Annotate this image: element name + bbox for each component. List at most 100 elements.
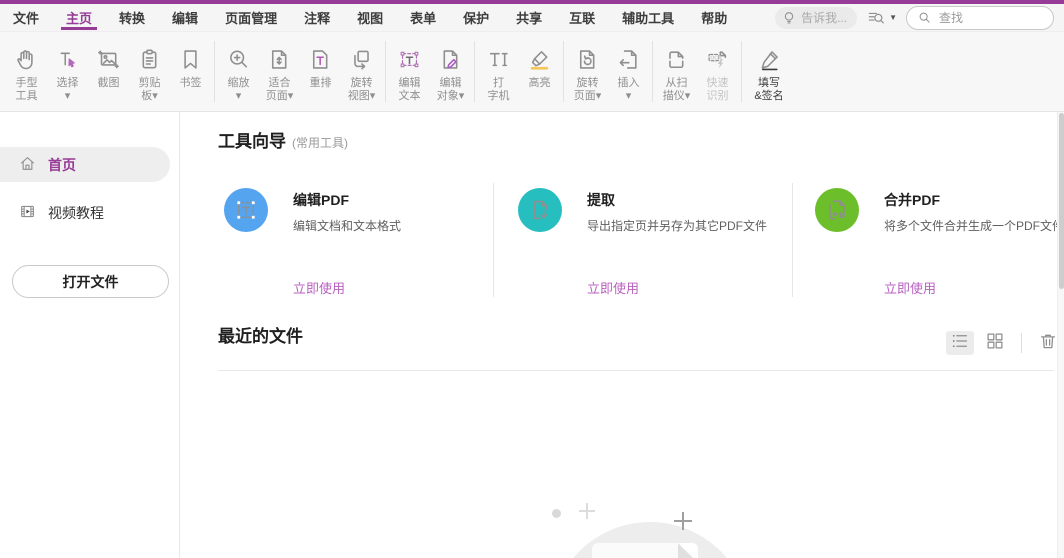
ribbon-group: 编辑 文本 编辑 对象▾ [389,32,471,111]
menu-tab-accessibility-tools[interactable]: 辅助工具 [622,4,674,31]
ribbon-group: 填写 &签名 [745,32,793,111]
find-input[interactable] [939,10,1044,25]
tool-label: 填写 &签名 [754,77,784,102]
clipboard-icon [136,44,163,75]
sidebar-item-home[interactable]: 首页 [0,147,170,182]
list-view-button[interactable] [946,331,974,355]
grid-view-icon [984,330,1006,357]
tool-card-edit-pdf[interactable]: 编辑PDF 编辑文档和文本格式 立即使用 [224,185,504,300]
menu-tab-form[interactable]: 表单 [410,4,436,31]
tell-me-label: 告诉我... [801,11,848,25]
ribbon-separator [741,41,742,102]
decorative-plus-dark [674,512,692,530]
tool-highlight[interactable]: 高亮 [519,32,560,111]
rotate-pages-icon [574,44,601,75]
list-view-icon [949,330,971,357]
edit-object-icon [437,44,464,75]
tool-label: 剪贴 板▾ [138,77,161,102]
grid-view-button[interactable] [981,331,1009,355]
tool-rotate-view[interactable]: 旋转 视图▾ [341,32,382,111]
tell-me-box[interactable]: 告诉我... [775,6,858,29]
filter-search-icon [866,8,886,28]
tool-edit-text[interactable]: 编辑 文本 [389,32,430,111]
tool-wizard-title: 工具向导 (常用工具) [218,127,348,152]
use-now-link[interactable]: 立即使用 [587,278,639,297]
tool-label: 手型 工具 [15,77,38,102]
tool-from-scanner[interactable]: 从扫 描仪▾ [656,32,697,111]
recent-files-divider [218,370,1054,371]
edit-text-icon [396,44,423,75]
zoom-icon [225,44,252,75]
tool-typewriter[interactable]: 打字机 [478,32,519,111]
empty-state-document [592,543,698,558]
tool-hand-tool[interactable]: 手型 工具 [6,32,47,111]
tool-fit-page[interactable]: 适合 页面▾ [259,32,300,111]
use-now-link[interactable]: 立即使用 [884,278,936,297]
tool-card-extract[interactable]: 提取 导出指定页并另存为其它PDF文件 立即使用 [518,185,798,300]
sidebar: 首页视频教程 打开文件 [0,112,180,558]
tool-card-merge-pdf[interactable]: 合并PDF 将多个文件合并生成一个PDF文件立即使用 [815,185,1064,300]
menu-tab-comment[interactable]: 注释 [304,4,330,31]
trash-icon [1037,330,1059,357]
typewriter-icon [485,44,512,75]
menubar-tabs: 文件 主页 转换 编辑 页面管理 注释 视图 表单 保护 共享 互联 辅助工具 帮助 [13,4,727,31]
advanced-search-button[interactable]: ▼ [866,8,897,28]
tool-label: 从扫 描仪▾ [662,77,691,102]
tool-rotate-pages[interactable]: 旋转 页面▾ [567,32,608,111]
home-icon [18,154,37,176]
vertical-scrollbar [1057,112,1064,558]
scrollbar-thumb[interactable] [1059,113,1064,289]
tool-label: 高亮 [528,77,551,89]
menu-tab-home[interactable]: 主页 [61,4,98,31]
sidebar-item-label: 视频教程 [48,204,104,221]
card-title: 合并PDF [884,192,940,208]
open-file-button[interactable]: 打开文件 [12,265,169,298]
decorative-dot [552,509,561,518]
tool-fill-sign[interactable]: 填写 &签名 [745,32,793,111]
menu-tab-convert[interactable]: 转换 [119,4,145,31]
tool-bookmark[interactable]: 书签 [170,32,211,111]
chevron-down-icon: ▼ [889,13,897,22]
tool-snapshot[interactable]: 截图 [88,32,129,111]
tool-insert[interactable]: 插入 ▾ [608,32,649,111]
snapshot-icon [95,44,122,75]
ribbon-separator [652,41,653,102]
rotate-view-icon [348,44,375,75]
edit-pdf-icon [224,188,268,232]
tool-wizard-subtitle: (常用工具) [292,136,348,150]
search-icon [916,9,933,26]
ribbon-group: 手型 工具 选择 ▾ 截图 剪贴 板▾ 书签 [6,32,211,111]
bookmark-icon [177,44,204,75]
tool-label: 重排 [309,77,332,89]
hand-icon [13,44,40,75]
ocr-icon: OCR [704,44,731,75]
tool-select[interactable]: 选择 ▾ [47,32,88,111]
tool-reflow[interactable]: 重排 [300,32,341,111]
toggle-separator [1021,333,1022,353]
tool-clipboard[interactable]: 剪贴 板▾ [129,32,170,111]
menu-tab-page-management[interactable]: 页面管理 [225,4,277,31]
menu-tab-connect[interactable]: 互联 [569,4,595,31]
card-description: 将多个文件合并生成一个PDF文件 [884,219,1064,233]
menu-tab-help[interactable]: 帮助 [701,4,727,31]
tool-label: 缩放 ▾ [227,77,250,102]
menu-tab-edit[interactable]: 编辑 [172,4,198,31]
sidebar-item-video-tutorials[interactable]: 视频教程 [0,195,179,230]
menu-tab-share[interactable]: 共享 [516,4,542,31]
sidebar-items: 首页视频教程 [0,112,179,230]
main-content: 工具向导 (常用工具) 编辑PDF 编辑文档和文本格式 立即使用 提取 导出指定页并另存为… [180,112,1064,558]
fill-sign-icon [756,44,783,75]
tool-zoom[interactable]: 缩放 ▾ [218,32,259,111]
menu-tab-protect[interactable]: 保护 [463,4,489,31]
menu-tab-file[interactable]: 文件 [13,4,39,31]
ribbon-group: 打字机 高亮 [478,32,560,111]
tool-label: 适合 页面▾ [265,77,294,102]
use-now-link[interactable]: 立即使用 [293,278,345,297]
tool-edit-object[interactable]: 编辑 对象▾ [430,32,471,111]
ribbon-separator [474,41,475,102]
menu-tab-view[interactable]: 视图 [357,4,383,31]
ribbon-separator [563,41,564,102]
menubar: 文件 主页 转换 编辑 页面管理 注释 视图 表单 保护 共享 互联 辅助工具 帮助 告诉我... ▼ [0,4,1064,32]
ribbon-group: 旋转 页面▾ 插入 ▾ [567,32,649,111]
card-description: 导出指定页并另存为其它PDF文件 [587,219,768,233]
